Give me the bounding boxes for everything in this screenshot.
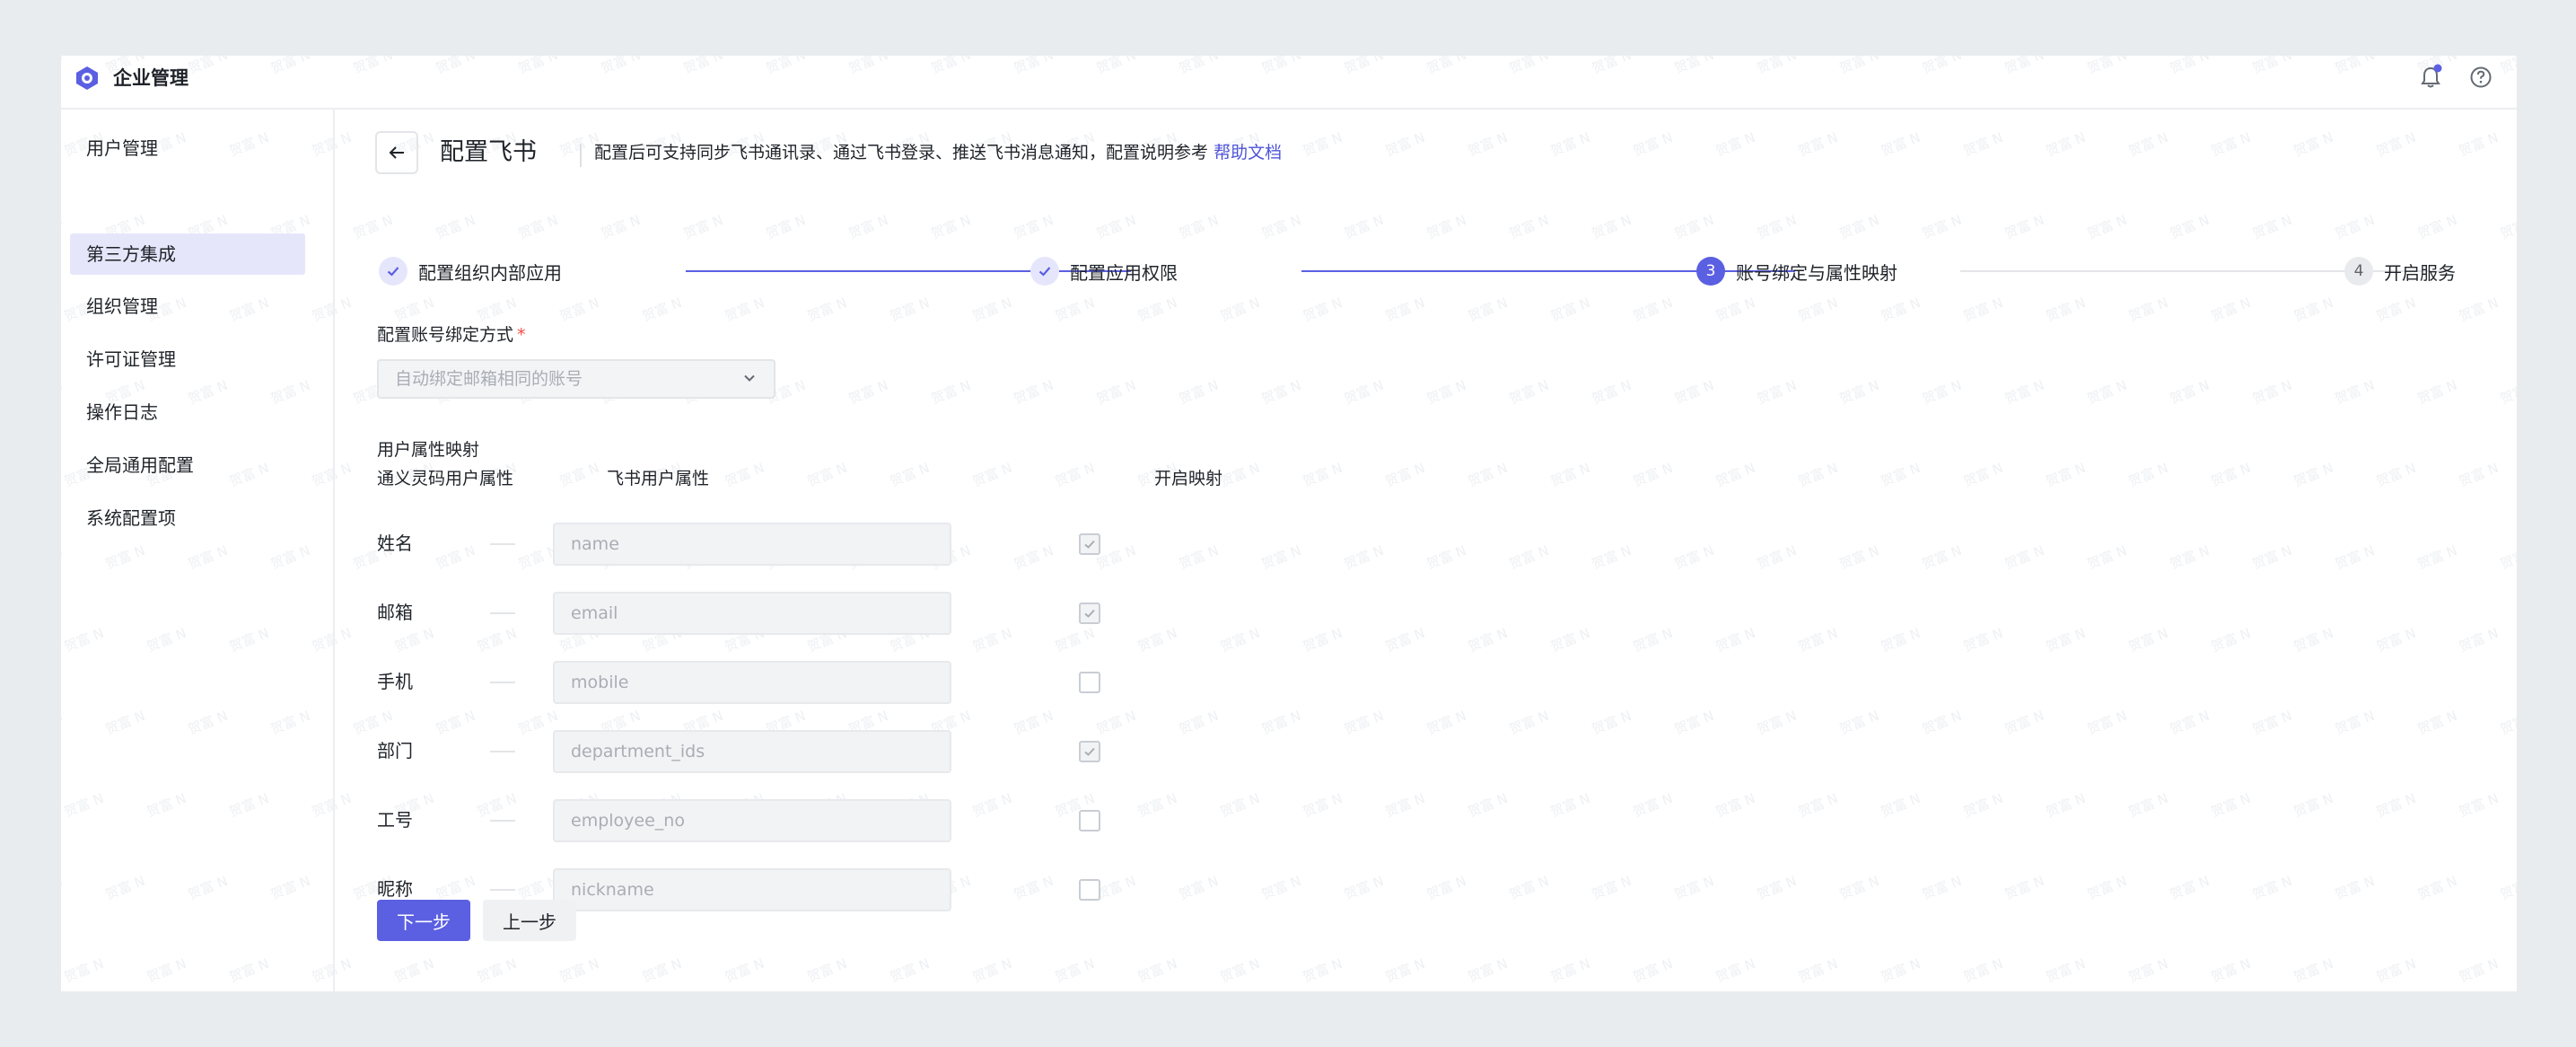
app-window: 贺富 N贺富 N贺富 N贺富 N贺富 N贺富 N贺富 N贺富 N贺富 N贺富 N… <box>61 56 2517 991</box>
enable-mapping-checkbox[interactable] <box>1079 810 1100 831</box>
mapping-row-label: 手机 <box>377 671 413 692</box>
enable-mapping-checkbox[interactable] <box>1079 741 1100 762</box>
description-text: 配置后可支持同步飞书通讯录、通过飞书登录、推送飞书消息通知，配置说明参考 <box>594 143 1209 163</box>
step-2-check-icon <box>1030 257 1059 286</box>
mapping-row-dash <box>490 612 515 614</box>
sidebar: 用户管理 第三方集成 组织管理 许可证管理 操作日志 全局通用配置 系统配置项 <box>61 110 335 991</box>
enable-mapping-checkbox[interactable] <box>1079 879 1100 901</box>
feishu-attr-input[interactable]: mobile <box>553 661 951 704</box>
col-head-enable: 开启映射 <box>1154 469 1223 488</box>
sidebar-item-global-config[interactable]: 全局通用配置 <box>70 444 305 486</box>
mapping-row: 部门 department_ids <box>334 730 1321 773</box>
prev-button[interactable]: 上一步 <box>483 900 576 941</box>
notification-dot <box>2433 64 2442 73</box>
enable-mapping-checkbox[interactable] <box>1079 672 1100 693</box>
step-4-label: 开启服务 <box>2384 261 2456 284</box>
feishu-attr-input[interactable]: employee_no <box>553 799 951 842</box>
mapping-row-dash <box>490 889 515 891</box>
col-head-local: 通义灵码用户属性 <box>377 469 514 488</box>
mapping-row: 邮箱 email <box>334 592 1321 635</box>
binding-method-value: 自动绑定邮箱相同的账号 <box>395 369 583 389</box>
step-3-label: 账号绑定与属性映射 <box>1736 261 1897 284</box>
step-2[interactable]: 配置应用权限 <box>1030 253 1178 289</box>
help-button[interactable] <box>2465 61 2497 93</box>
step-4-number: 4 <box>2344 257 2373 286</box>
col-head-feishu: 飞书用户属性 <box>607 469 710 488</box>
top-bar: 企业管理 <box>61 56 2517 110</box>
step-1-label: 配置组织内部应用 <box>418 261 562 284</box>
step-1[interactable]: 配置组织内部应用 <box>379 253 562 289</box>
mapping-row: 姓名 name <box>334 523 1321 566</box>
step-2-label: 配置应用权限 <box>1070 261 1178 284</box>
binding-method-select[interactable]: 自动绑定邮箱相同的账号 <box>377 359 775 399</box>
binding-method-label: 配置账号绑定方式 * <box>377 325 526 345</box>
mapping-row: 手机 mobile <box>334 661 1321 704</box>
mapping-row-label: 工号 <box>377 809 413 831</box>
feishu-attr-input[interactable]: department_ids <box>553 730 951 773</box>
app-title: 企业管理 <box>113 67 188 89</box>
feishu-attr-input[interactable]: name <box>553 523 951 566</box>
feishu-attr-input[interactable]: nickname <box>553 868 951 911</box>
step-1-check-icon <box>379 257 407 286</box>
back-button[interactable] <box>375 131 418 174</box>
check-icon <box>1084 609 1095 618</box>
mapping-row: 昵称 nickname <box>334 868 1321 911</box>
feishu-attr-input[interactable]: email <box>553 592 951 635</box>
mapping-row-label: 邮箱 <box>377 602 413 623</box>
sidebar-item-operation-log[interactable]: 操作日志 <box>70 392 305 433</box>
required-mark: * <box>517 325 526 345</box>
sidebar-item-system-config[interactable]: 系统配置项 <box>70 497 305 539</box>
chevron-down-icon <box>744 374 755 382</box>
page-title: 配置飞书 <box>440 138 537 166</box>
step-4[interactable]: 4 开启服务 <box>2344 253 2456 289</box>
mapping-row-label: 部门 <box>377 740 413 761</box>
mapping-row-dash <box>490 820 515 822</box>
next-button[interactable]: 下一步 <box>377 900 470 941</box>
mapping-section-title: 用户属性映射 <box>377 440 480 460</box>
mapping-row: 工号 employee_no <box>334 799 1321 842</box>
sidebar-item-users[interactable]: 用户管理 <box>70 128 305 169</box>
sidebar-item-organization[interactable]: 组织管理 <box>70 286 305 327</box>
bell-icon <box>2421 64 2442 88</box>
notification-button[interactable] <box>2414 61 2447 93</box>
mapping-row-dash <box>490 543 515 545</box>
mapping-row-label: 昵称 <box>377 878 413 900</box>
main-content: 配置飞书 配置后可支持同步飞书通讯录、通过飞书登录、推送飞书消息通知，配置说明参… <box>334 110 2517 991</box>
mapping-row-label: 姓名 <box>377 532 413 554</box>
step-3-number: 3 <box>1696 257 1725 286</box>
check-icon <box>1084 747 1095 756</box>
check-icon <box>1084 540 1095 549</box>
mapping-row-dash <box>490 682 515 683</box>
sidebar-item-license[interactable]: 许可证管理 <box>70 339 305 380</box>
help-circle-icon <box>2470 66 2492 88</box>
page-description: 配置后可支持同步飞书通讯录、通过飞书登录、推送飞书消息通知，配置说明参考 帮助文… <box>582 136 1282 169</box>
enable-mapping-checkbox[interactable] <box>1079 603 1100 624</box>
step-3[interactable]: 3 账号绑定与属性映射 <box>1696 253 1897 289</box>
sidebar-item-third-party[interactable]: 第三方集成 <box>70 233 305 275</box>
enable-mapping-checkbox[interactable] <box>1079 533 1100 555</box>
help-doc-link[interactable]: 帮助文档 <box>1214 143 1282 163</box>
mapping-row-dash <box>490 751 515 752</box>
app-logo-icon <box>76 66 98 90</box>
arrow-left-icon <box>389 146 404 159</box>
